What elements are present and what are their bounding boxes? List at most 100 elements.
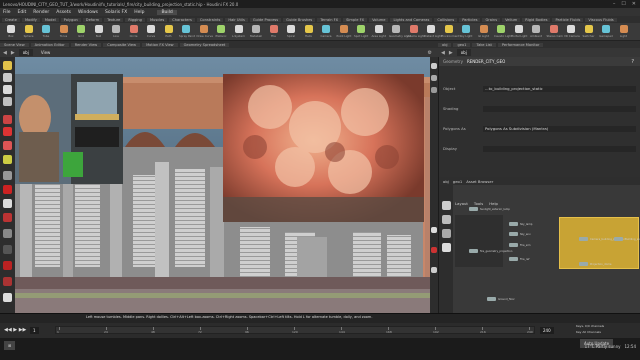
back-arrow-icon[interactable]: ◀ [3, 50, 7, 56]
shelf-tab[interactable]: Deform [82, 17, 103, 22]
shelf-tab[interactable]: Texture [104, 17, 124, 22]
shelf-tool-button[interactable]: Distant Light [424, 25, 442, 39]
lighting-icon[interactable] [431, 75, 437, 81]
network-node[interactable] [509, 222, 518, 226]
shelf-tab[interactable]: Hair Utils [225, 17, 248, 22]
forward-arrow-icon[interactable]: ▶ [11, 50, 15, 56]
shelf-tool-button[interactable]: Helix [302, 25, 316, 39]
menu-file[interactable]: File [3, 10, 11, 15]
param-value[interactable]: ...to_building_projection_static [483, 85, 636, 92]
network-node[interactable] [509, 232, 518, 236]
note-icon[interactable] [442, 243, 451, 252]
shelf-tab[interactable]: Viscous Fluids [585, 17, 617, 22]
camera-icon[interactable] [3, 277, 12, 286]
shelf-tab[interactable]: Polygon [60, 17, 81, 22]
shelf-tab[interactable]: Constraints [196, 17, 224, 22]
current-frame[interactable]: 1 [30, 327, 39, 334]
desktop-selector[interactable]: Build [157, 9, 177, 15]
network-box[interactable] [559, 217, 639, 269]
grid-icon[interactable] [442, 229, 451, 238]
shelf-tool-button[interactable]: GI Light [477, 25, 491, 39]
right-pane-tab[interactable]: Performance Monitor [497, 42, 544, 47]
shelf-tool-button[interactable]: Line [109, 25, 123, 39]
scale-tool-icon[interactable] [3, 97, 12, 106]
pose-tool-icon[interactable] [3, 127, 12, 136]
maximize-icon[interactable]: ☐ [621, 1, 625, 7]
shelf-tool-button[interactable]: Ambient [529, 25, 543, 39]
shelf-tab[interactable]: Volume [369, 17, 389, 22]
back-arrow-icon[interactable]: ◀ [441, 50, 445, 56]
shelf-tool-button[interactable]: Volume Light [407, 25, 425, 39]
shelf-tool-button[interactable]: Spray Paint [179, 25, 195, 39]
shelf-tool-button[interactable]: Geometry Light [389, 25, 411, 39]
network-editor[interactable]: obj geo1 Asset Browser Layout Tools Help… [438, 177, 640, 313]
start-button[interactable]: ⊞ [4, 341, 16, 350]
shelf-tool-button[interactable]: Platonic [214, 25, 228, 39]
pane-tab[interactable]: Render View [70, 42, 102, 47]
hotkey-icon[interactable] [3, 261, 12, 270]
shelf-tool-button[interactable]: Camera [319, 25, 333, 39]
shelf-tool-button[interactable]: Tube [39, 25, 53, 39]
shelf-tab[interactable]: Guide Process [249, 17, 282, 22]
menu-windows[interactable]: Windows [78, 10, 98, 15]
normals-icon[interactable] [431, 227, 437, 233]
shelf-tab[interactable]: Create [2, 17, 20, 22]
pane-tab[interactable]: Scene View [0, 42, 29, 47]
shelf-tool-button[interactable]: Curve [144, 25, 158, 39]
shelf-tab[interactable]: Lights and Cameras [390, 17, 433, 22]
network-menu-layout[interactable]: Layout [455, 201, 468, 206]
shelf-tab[interactable]: Model [41, 17, 59, 22]
shelf-tab[interactable]: Collisions [434, 17, 458, 22]
network-node[interactable] [579, 237, 588, 241]
key-all-channels[interactable]: Key All Channels [576, 330, 601, 334]
timeline-ruler[interactable]: 1 24 48 72 96 120 144 168 192 216 240 [55, 326, 535, 334]
menu-solaris[interactable]: Solaris FX [105, 10, 127, 15]
param-value[interactable] [483, 105, 636, 112]
minimize-icon[interactable]: – [613, 1, 616, 7]
help-icon[interactable]: ? [631, 59, 634, 65]
lock-icon[interactable] [3, 245, 12, 254]
network-node[interactable] [614, 237, 623, 241]
right-pane-tab[interactable]: geo1 [453, 42, 471, 47]
shelf-tool-button[interactable]: Torus [57, 25, 71, 39]
shelf-tool-button[interactable]: Area Light [372, 25, 386, 39]
shelf-tool-button[interactable]: Light [617, 25, 631, 39]
pane-tab[interactable]: Composite View [103, 42, 141, 47]
brush-tool-icon[interactable] [3, 213, 12, 222]
shelf-tool-button[interactable]: Draw Curve [197, 25, 213, 39]
shelf-tool-button[interactable]: Caustic Light [494, 25, 512, 39]
rotate-tool-icon[interactable] [3, 85, 12, 94]
right-pane-tab[interactable]: obj [438, 42, 452, 47]
shelf-tool-button[interactable]: Spot Light [354, 25, 368, 39]
close-icon[interactable]: ✕ [632, 1, 636, 7]
shelf-tool-button[interactable]: File [267, 25, 281, 39]
right-pane-tab[interactable]: Take List [472, 42, 496, 47]
params-path[interactable]: obj [456, 49, 471, 56]
network-node[interactable] [487, 297, 496, 301]
viewport-path[interactable]: obj [18, 49, 33, 56]
display-icon[interactable] [431, 63, 437, 69]
shelf-tool-button[interactable]: Box [4, 25, 18, 39]
scissors-icon[interactable] [442, 215, 451, 224]
shelf-tool-button[interactable]: Sphere [22, 25, 36, 39]
shelf-tab[interactable]: Terrain FX [317, 17, 342, 22]
tab-obj[interactable]: obj [443, 179, 449, 184]
shelf-tab[interactable]: Characters [169, 17, 195, 22]
network-node[interactable] [469, 207, 478, 211]
network-node[interactable] [469, 249, 478, 253]
handle-tool-icon[interactable] [3, 115, 12, 124]
shelf-tab[interactable]: Particles [459, 17, 481, 22]
shelf-tool-button[interactable]: Grid [74, 25, 88, 39]
menu-render[interactable]: Render [33, 10, 49, 15]
shelf-tool-button[interactable]: Null [92, 25, 106, 39]
shelf-tab[interactable]: Rigid Bodies [522, 17, 551, 22]
display-options-icon[interactable] [3, 293, 12, 302]
shelf-tool-button[interactable]: Stereo Cam [547, 25, 563, 39]
network-menu-help[interactable]: Help [489, 201, 498, 206]
node-name-field[interactable]: RENDER_CITY_GEO [467, 59, 505, 64]
network-menu-tools[interactable]: Tools [474, 201, 483, 206]
shelf-tab[interactable]: Modify [21, 17, 40, 22]
pane-tab[interactable]: Motion FX View [142, 42, 178, 47]
network-node[interactable] [509, 243, 518, 247]
shelf-tab[interactable]: Muscles [146, 17, 168, 22]
